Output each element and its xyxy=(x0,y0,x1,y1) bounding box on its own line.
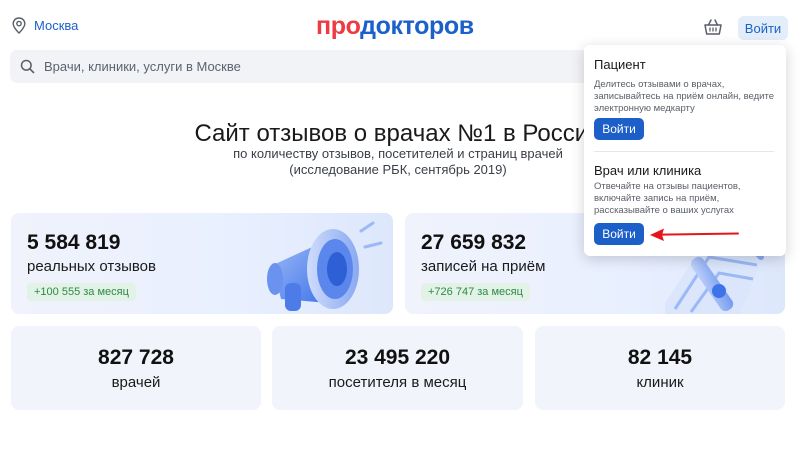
reviews-label: реальных отзывов xyxy=(27,258,156,275)
city-selector[interactable]: Москва xyxy=(12,17,78,34)
logo-part-doctors: докторов xyxy=(360,12,474,40)
login-dropdown: Пациент Делитесь отзывами о врачах, запи… xyxy=(584,45,786,256)
search-icon xyxy=(20,59,35,74)
patient-section-title: Пациент xyxy=(594,57,646,72)
basket-button[interactable] xyxy=(703,17,723,42)
reviews-monthly-badge: +100 555 за месяц xyxy=(27,283,136,301)
appointments-count: 27 659 832 xyxy=(421,231,527,254)
search-input[interactable] xyxy=(44,59,564,74)
logo-part-pro: про xyxy=(316,12,361,40)
city-name: Москва xyxy=(34,18,79,33)
patient-login-button[interactable]: Войти xyxy=(594,118,644,140)
visitors-label: посетителя в месяц xyxy=(328,374,467,391)
stat-card-reviews: 5 584 819 реальных отзывов +100 555 за м… xyxy=(11,213,393,314)
doctor-login-button[interactable]: Войти xyxy=(594,223,644,245)
search-bar[interactable] xyxy=(10,50,610,83)
reviews-count: 5 584 819 xyxy=(27,231,121,254)
visitors-count: 23 495 220 xyxy=(344,346,451,369)
basket-icon xyxy=(704,19,722,35)
stat-card-doctors: 827 728 врачей xyxy=(11,326,261,410)
clinics-label: клиник xyxy=(636,374,684,391)
megaphone-icon xyxy=(267,221,383,311)
annotation-arrow-icon xyxy=(650,228,739,241)
site-logo[interactable]: продокторов xyxy=(316,12,474,41)
clinics-count: 82 145 xyxy=(627,346,693,369)
appointments-monthly-badge: +726 747 за месяц xyxy=(421,283,530,301)
patient-section-description: Делитесь отзывами о врачах, записывайтес… xyxy=(594,79,775,114)
header-login-button[interactable]: Войти xyxy=(738,16,788,40)
doctors-label: врачей xyxy=(111,374,161,391)
doctor-section-description: Отвечайте на отзывы пациентов, включайте… xyxy=(594,181,741,216)
appointments-label: записей на приём xyxy=(421,258,546,275)
stat-card-clinics: 82 145 клиник xyxy=(535,326,785,410)
dropdown-divider xyxy=(594,151,774,152)
doctors-count: 827 728 xyxy=(98,346,174,369)
location-pin-icon xyxy=(12,17,26,34)
doctor-section-title: Врач или клиника xyxy=(594,163,702,178)
stat-card-visitors: 23 495 220 посетителя в месяц xyxy=(272,326,523,410)
